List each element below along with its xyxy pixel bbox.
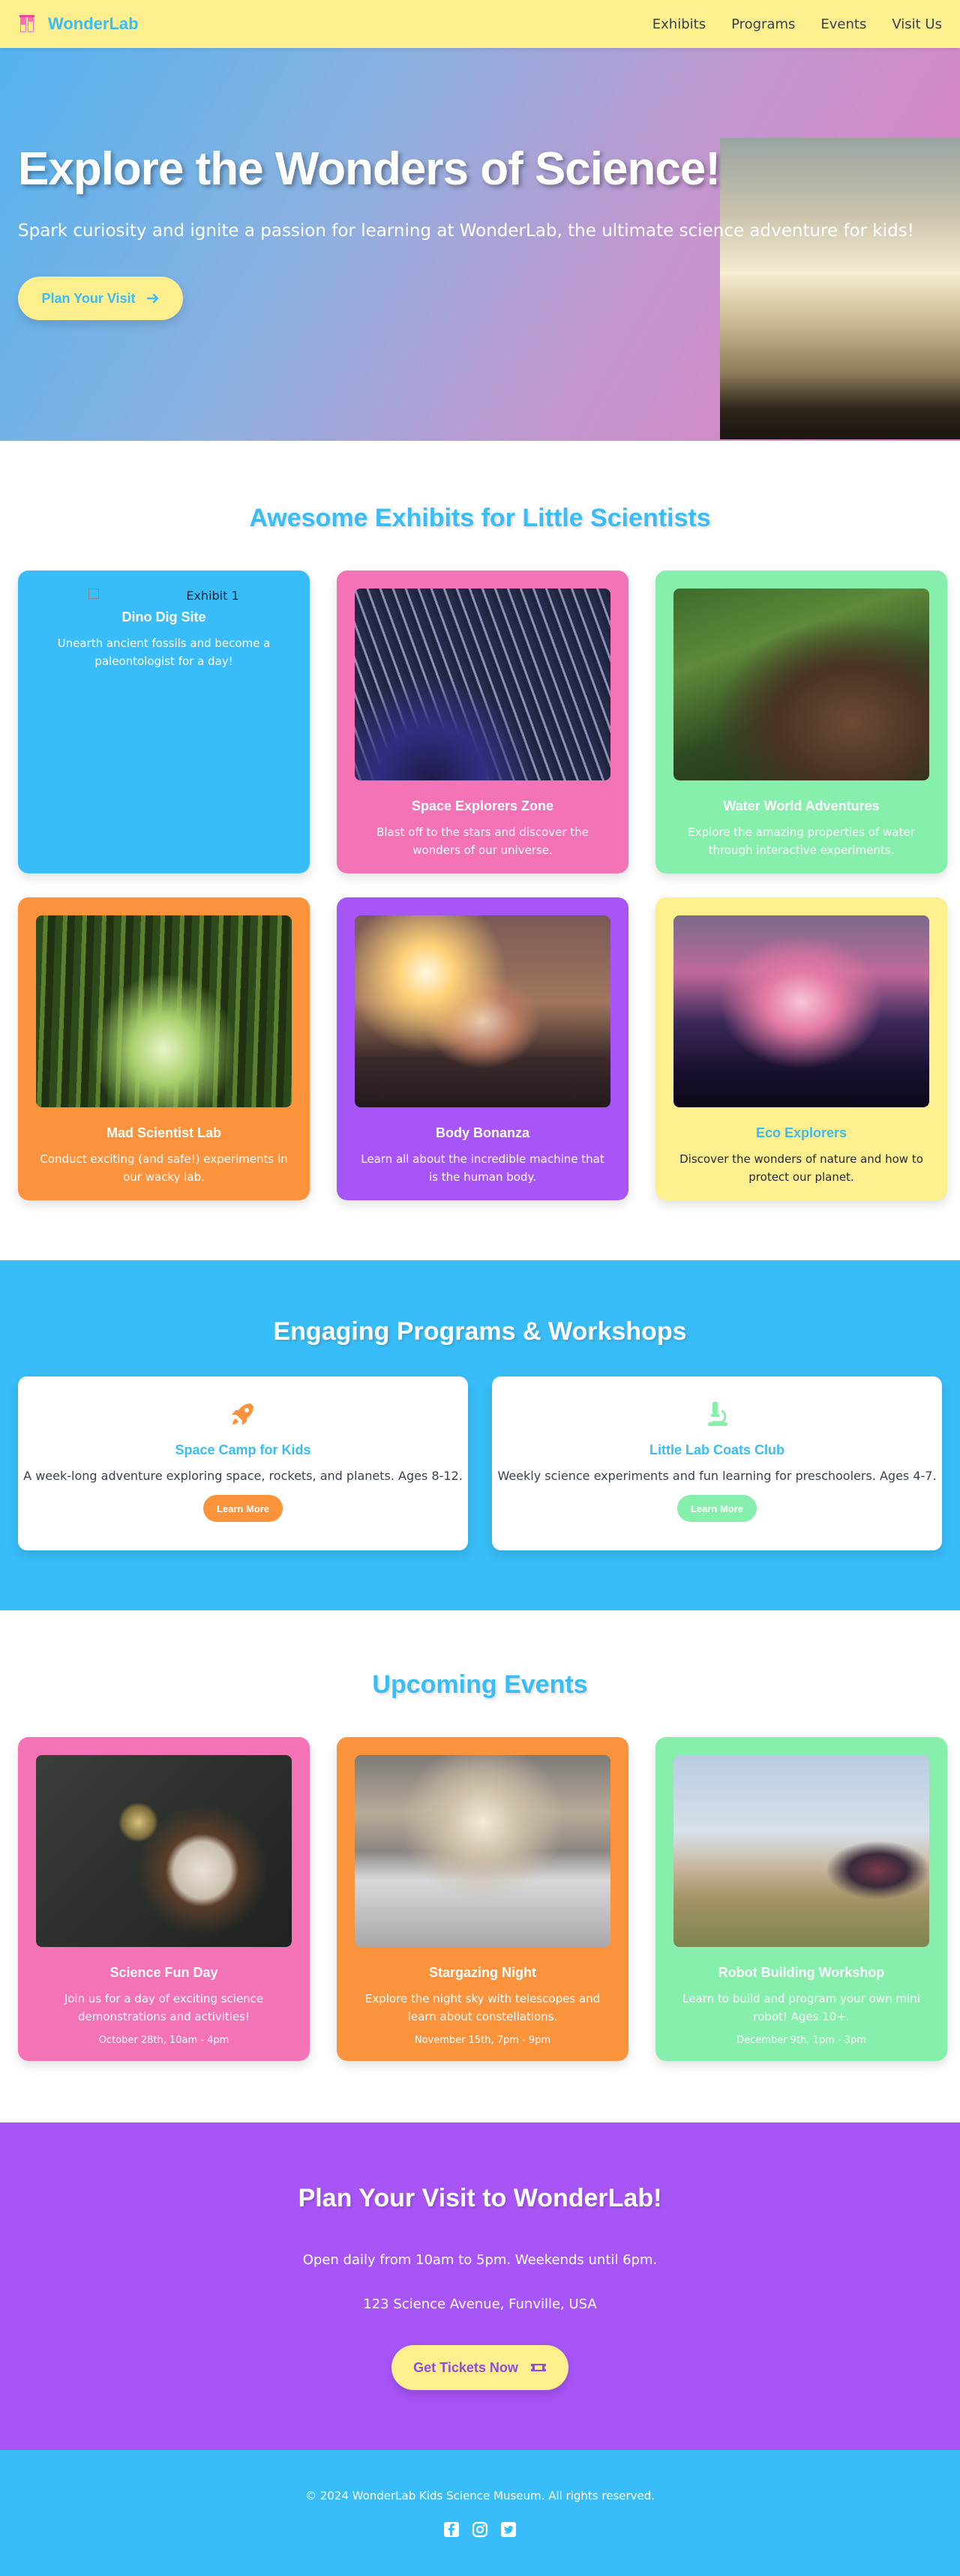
exhibits-section: Awesome Exhibits for Little Scientists E… (0, 441, 960, 1260)
event-date: December 9th, 1pm - 3pm (736, 2035, 866, 2046)
exhibit-desc: Blast off to the stars and discover the … (376, 825, 589, 857)
exhibit-card[interactable]: Eco Explorers Discover the wonders of na… (656, 897, 947, 1200)
visit-hours: Open daily from 10am to 5pm. Weekends un… (302, 2252, 658, 2268)
brand-name: WonderLab (48, 14, 139, 33)
program-card: Little Lab Coats Club Weekly science exp… (492, 1376, 942, 1550)
exhibit-title: Water World Adventures (723, 798, 880, 813)
exhibit-image-bamboo-forest (36, 915, 292, 1107)
exhibit-image-alt: Exhibit 1 (186, 589, 239, 603)
broken-image-icon (88, 589, 100, 599)
exhibit-image-pink-clouds (674, 915, 929, 1107)
learn-more-button[interactable]: Learn More (677, 1495, 757, 1522)
event-card[interactable]: Stargazing Night Explore the night sky w… (337, 1737, 628, 2061)
programs-section: Engaging Programs & Workshops Space Camp… (0, 1260, 960, 1610)
exhibit-title: Space Explorers Zone (411, 798, 554, 813)
visit-title: Plan Your Visit to WonderLab! (298, 2184, 662, 2212)
events-section: Upcoming Events Science Fun Day Join us … (0, 1610, 960, 2122)
exhibit-card[interactable]: Space Explorers Zone Blast off to the st… (337, 571, 628, 873)
hero-subtitle: Spark curiosity and ignite a passion for… (18, 221, 914, 241)
nav-link-exhibits[interactable]: Exhibits (652, 16, 706, 32)
exhibit-card[interactable]: Body Bonanza Learn all about the incredi… (337, 897, 628, 1200)
event-grid: Science Fun Day Join us for a day of exc… (18, 1737, 947, 2061)
exhibit-title: Dino Dig Site (122, 610, 206, 625)
get-tickets-label: Get Tickets Now (413, 2359, 518, 2375)
brand[interactable]: WonderLab (18, 13, 139, 35)
event-image-snowy-hill (355, 1755, 610, 1947)
hero-content: Explore the Wonders of Science! Spark cu… (18, 142, 918, 320)
exhibit-title: Eco Explorers (755, 1125, 848, 1140)
event-image-beach-walk (674, 1755, 929, 1947)
program-title: Little Lab Coats Club (650, 1442, 784, 1457)
visit-section: Plan Your Visit to WonderLab! Open daily… (0, 2122, 960, 2450)
visit-address: 123 Science Avenue, Funville, USA (363, 2296, 597, 2312)
exhibit-grid: Exhibit 1 Dino Dig Site Unearth ancient … (18, 571, 947, 1200)
plan-visit-button[interactable]: Plan Your Visit (18, 277, 183, 320)
exhibit-card[interactable]: Water World Adventures Explore the amazi… (656, 571, 947, 873)
event-date: November 15th, 7pm - 9pm (414, 2035, 551, 2046)
event-desc: Learn to build and program your own mini… (682, 1992, 920, 2023)
social-links (0, 2521, 960, 2539)
program-grid: Space Camp for Kids A week-long adventur… (18, 1376, 942, 1550)
program-card: Space Camp for Kids A week-long adventur… (18, 1376, 468, 1550)
instagram-icon[interactable] (471, 2521, 489, 2539)
facebook-icon[interactable] (442, 2521, 460, 2539)
exhibit-desc: Unearth ancient fossils and become a pal… (57, 637, 271, 668)
event-title: Stargazing Night (429, 1965, 536, 1980)
learn-more-button[interactable]: Learn More (203, 1495, 283, 1522)
footer: © 2024 WonderLab Kids Science Museum. Al… (0, 2450, 960, 2576)
event-title: Science Fun Day (110, 1965, 218, 1980)
exhibit-desc: Conduct exciting (and safe!) experiments… (40, 1152, 288, 1184)
nav-link-events[interactable]: Events (820, 16, 866, 32)
exhibit-card[interactable]: Mad Scientist Lab Conduct exciting (and … (18, 897, 310, 1200)
events-title: Upcoming Events (372, 1670, 588, 1699)
hero: Explore the Wonders of Science! Spark cu… (0, 48, 960, 441)
exhibit-title: Body Bonanza (435, 1125, 530, 1140)
exhibit-desc: Explore the amazing properties of water … (688, 825, 915, 857)
nav-link-programs[interactable]: Programs (731, 16, 795, 32)
program-desc: A week-long adventure exploring space, r… (23, 1469, 463, 1483)
top-nav: WonderLab Exhibits Programs Events Visit… (0, 0, 960, 48)
exhibit-card[interactable]: Exhibit 1 Dino Dig Site Unearth ancient … (18, 571, 310, 873)
ticket-icon (530, 2364, 546, 2371)
microscope-icon (708, 1402, 728, 1426)
exhibit-desc: Discover the wonders of nature and how t… (680, 1152, 923, 1184)
event-date: October 28th, 10am - 4pm (98, 2035, 230, 2046)
exhibit-desc: Learn all about the incredible machine t… (361, 1152, 604, 1184)
event-card[interactable]: Robot Building Workshop Learn to build a… (656, 1737, 947, 2061)
plan-visit-label: Plan Your Visit (41, 290, 136, 306)
copyright: © 2024 WonderLab Kids Science Museum. Al… (304, 2489, 656, 2503)
exhibit-image-sunset-girl (355, 915, 610, 1107)
get-tickets-button[interactable]: Get Tickets Now (392, 2345, 568, 2390)
event-desc: Join us for a day of exciting science de… (64, 1992, 264, 2023)
nav-link-visit[interactable]: Visit Us (892, 16, 942, 32)
nav-links: Exhibits Programs Events Visit Us (652, 16, 942, 32)
event-image-food-table (36, 1755, 292, 1947)
program-title: Space Camp for Kids (175, 1442, 311, 1457)
exhibit-image-spiral-library (355, 589, 610, 780)
rocket-icon (232, 1403, 254, 1425)
twitter-icon[interactable] (500, 2521, 518, 2539)
arrow-right-icon (146, 293, 158, 304)
event-card[interactable]: Science Fun Day Join us for a day of exc… (18, 1737, 310, 2061)
event-desc: Explore the night sky with telescopes an… (364, 1992, 601, 2023)
program-desc: Weekly science experiments and fun learn… (497, 1469, 937, 1483)
hero-title: Explore the Wonders of Science! (18, 143, 721, 195)
exhibits-title: Awesome Exhibits for Little Scientists (249, 504, 711, 532)
flask-logo-icon (20, 15, 34, 32)
exhibit-image-overgrown-car (674, 589, 929, 780)
exhibit-title: Mad Scientist Lab (106, 1125, 222, 1140)
event-title: Robot Building Workshop (718, 1965, 885, 1980)
programs-title: Engaging Programs & Workshops (273, 1317, 687, 1346)
